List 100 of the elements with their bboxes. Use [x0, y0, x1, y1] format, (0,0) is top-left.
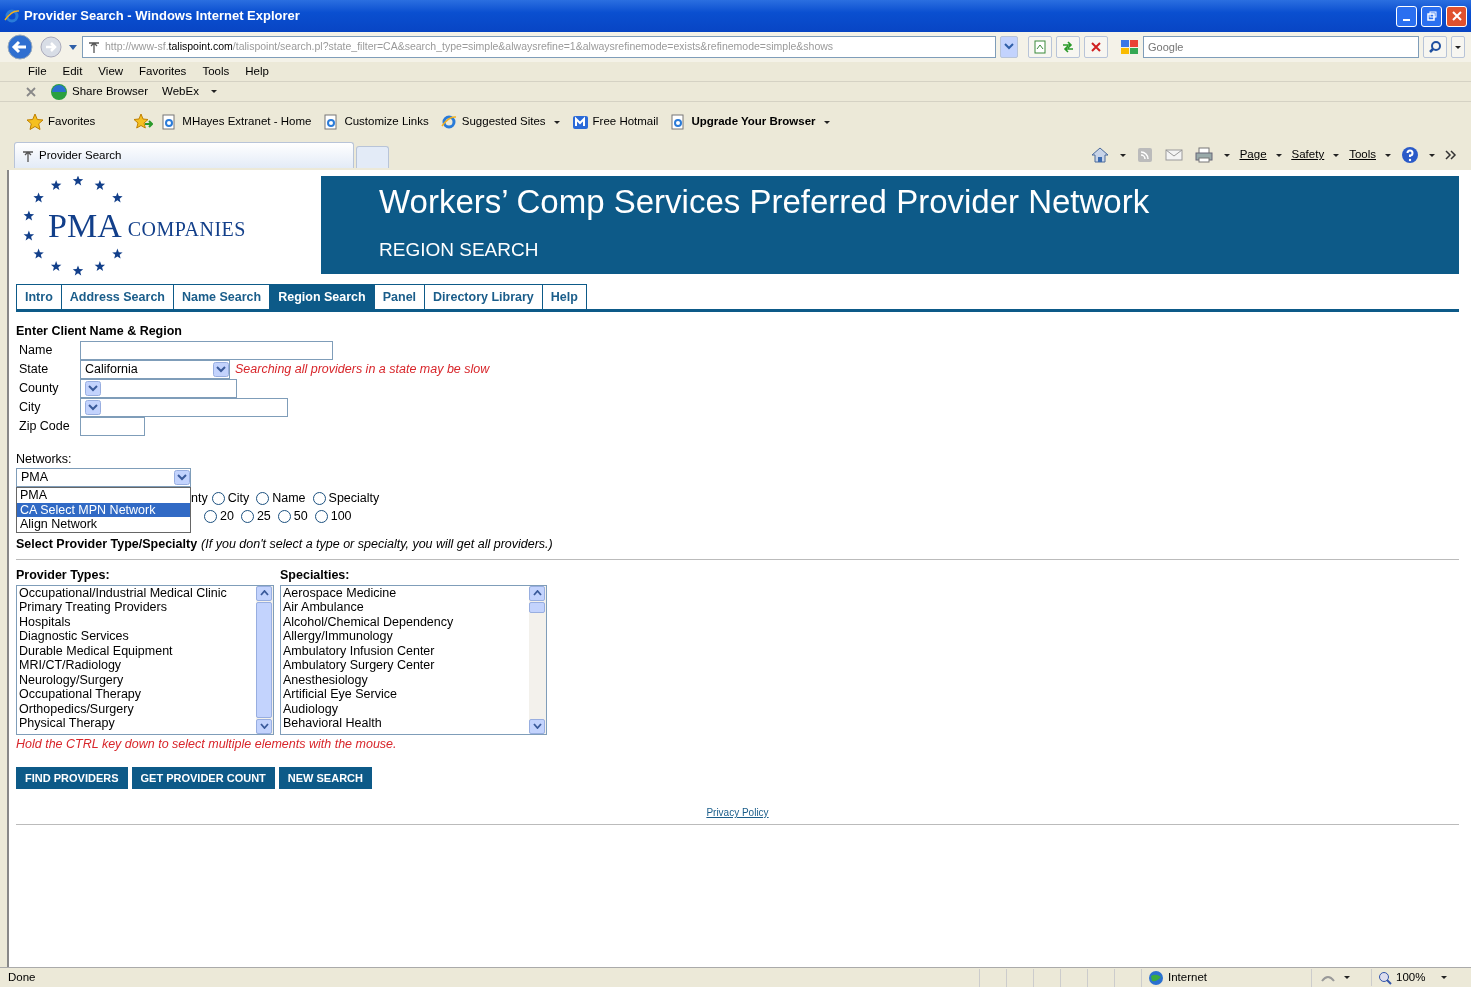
scrollbar[interactable]: [256, 585, 273, 734]
input-field[interactable]: [80, 340, 333, 360]
status-text: Done: [8, 969, 37, 985]
list-option[interactable]: Audiology: [283, 701, 338, 716]
command-menu[interactable]: Page: [1239, 146, 1282, 164]
menu-item[interactable]: Tools: [202, 62, 230, 81]
scrollbar[interactable]: [529, 585, 546, 734]
restore-button[interactable]: [1421, 5, 1442, 27]
nav-tab[interactable]: Directory Library: [425, 284, 543, 309]
nav-tab[interactable]: Panel: [374, 284, 426, 309]
section-heading: Enter Client Name & Region: [16, 323, 182, 338]
dropdown-option[interactable]: PMA: [17, 488, 190, 503]
toolbar-menu[interactable]: WebEx: [162, 82, 217, 101]
list-option[interactable]: Primary Treating Providers: [19, 600, 167, 615]
toolbar-link[interactable]: Share Browser: [50, 82, 149, 101]
dropdown-field[interactable]: [80, 378, 237, 398]
menu-item[interactable]: File: [28, 62, 47, 81]
scroll-up-icon: [532, 590, 542, 597]
favorites-button[interactable]: Favorites: [26, 113, 96, 131]
dropdown-field[interactable]: PMA: [16, 468, 191, 488]
search-provider-icon: [1120, 39, 1140, 55]
list-option[interactable]: Aerospace Medicine: [283, 585, 397, 600]
list-option[interactable]: Air Ambulance: [283, 600, 364, 615]
page-icon: [1033, 40, 1047, 54]
dropdown-option[interactable]: CA Select MPN Network: [17, 502, 190, 518]
address-dropdown-button[interactable]: [1000, 36, 1018, 58]
banner-title: Workers’ Comp Services Preferred Provider Network: [379, 183, 1150, 220]
stop-button[interactable]: [1084, 36, 1108, 58]
list-option[interactable]: Alcohol/Chemical Dependency: [283, 614, 454, 629]
radio-option[interactable]: City: [211, 488, 250, 508]
search-options-button[interactable]: [1451, 36, 1465, 58]
menu-item[interactable]: View: [98, 62, 124, 81]
list-option[interactable]: Anesthesiology: [283, 672, 368, 687]
action-button[interactable]: FIND PROVIDERS: [16, 766, 128, 789]
nav-tab[interactable]: Name Search: [173, 284, 271, 309]
minimize-button[interactable]: [1396, 5, 1417, 27]
list-option[interactable]: Orthopedics/Surgery: [19, 701, 134, 716]
mail-icon[interactable]: [1163, 147, 1184, 163]
radio-option[interactable]: 20: [204, 506, 234, 526]
list-option[interactable]: Hospitals: [19, 614, 71, 629]
privacy-link[interactable]: Privacy Policy: [706, 807, 769, 818]
feed-icon[interactable]: [1135, 146, 1154, 164]
close-toolbar-icon[interactable]: [26, 86, 36, 97]
radio-option[interactable]: 25: [240, 506, 271, 526]
chevron-more-icon[interactable]: [1445, 150, 1457, 160]
radio-option[interactable]: Specialty: [312, 488, 380, 508]
close-button[interactable]: [1446, 5, 1467, 27]
list-option[interactable]: Behavioral Health: [283, 716, 382, 731]
help-icon[interactable]: [1401, 146, 1419, 164]
action-button[interactable]: GET PROVIDER COUNT: [131, 766, 275, 789]
zoom-button[interactable]: 100%: [1371, 968, 1471, 987]
list-option[interactable]: Occupational/Industrial Medical Clinic: [19, 585, 227, 600]
dropdown-field[interactable]: [80, 397, 288, 417]
refresh-button[interactable]: [1056, 36, 1080, 58]
search-button[interactable]: [1423, 36, 1447, 58]
command-menu[interactable]: Safety: [1291, 146, 1340, 164]
favorite-link[interactable]: Free Hotmail: [571, 113, 659, 131]
nav-tab[interactable]: Help: [542, 284, 587, 309]
add-favorite-icon[interactable]: [133, 113, 154, 131]
list-option[interactable]: Occupational Therapy: [19, 687, 142, 702]
radio-option[interactable]: 50: [277, 506, 308, 526]
home-icon[interactable]: [1089, 146, 1110, 164]
search-field[interactable]: Google: [1143, 36, 1419, 58]
list-option[interactable]: MRI/CT/Radiology: [19, 658, 122, 673]
compatibility-button[interactable]: [1028, 36, 1052, 58]
favorite-link[interactable]: Upgrade Your Browser: [670, 113, 830, 131]
menu-item[interactable]: Favorites: [139, 62, 187, 81]
nav-tab[interactable]: Intro: [16, 284, 62, 309]
radio-option[interactable]: 100: [314, 506, 352, 526]
action-button[interactable]: NEW SEARCH: [278, 766, 372, 789]
scroll-thumb[interactable]: [256, 601, 273, 718]
address-field[interactable]: http://www-sf.talispoint.com/talispoint/search.pl?state_filter=CA&search_type=simple&alwaysrefine=1&alwaysrefinemode=exists&refinemode=simple&shows: [82, 36, 996, 58]
nav-tab[interactable]: Region Search: [270, 284, 375, 309]
command-menu[interactable]: Tools: [1349, 146, 1391, 164]
list-box[interactable]: Aerospace Medicine Air Ambulance Alcohol/Chemical Dependency Allergy/Immunology Ambulatory Infusion Center Ambulatory Surgery Center Anesthesiology Artificial Eye Service Audiology Behavioral Health: [280, 584, 547, 735]
history-dropdown-icon[interactable]: [68, 43, 78, 51]
banner-subtitle: REGION SEARCH: [379, 239, 539, 260]
nav-tab[interactable]: Address Search: [61, 284, 174, 309]
favorite-link[interactable]: Suggested Sites: [440, 113, 560, 131]
list-option[interactable]: Artificial Eye Service: [283, 687, 397, 702]
favorite-link[interactable]: MHayes Extranet - Home: [161, 113, 312, 131]
back-button-icon[interactable]: [6, 34, 36, 60]
list-option[interactable]: Durable Medical Equipment: [19, 643, 173, 658]
browser-tab[interactable]: Provider Search: [14, 142, 354, 168]
menu-item[interactable]: Help: [245, 62, 269, 81]
radio-option[interactable]: Name: [256, 488, 306, 508]
list-option[interactable]: Physical Therapy: [19, 716, 115, 731]
list-option[interactable]: Ambulatory Surgery Center: [283, 658, 435, 673]
stop-icon: [1089, 40, 1103, 54]
list-option[interactable]: Neurology/Surgery: [19, 672, 124, 687]
search-icon: [1428, 40, 1442, 54]
list-option[interactable]: Ambulatory Infusion Center: [283, 643, 435, 658]
list-option[interactable]: Allergy/Immunology: [283, 629, 393, 644]
caret-icon: [1441, 976, 1448, 979]
list-option[interactable]: Diagnostic Services: [19, 629, 129, 644]
print-icon[interactable]: [1193, 146, 1214, 164]
list-box[interactable]: [16, 584, 274, 735]
menu-item[interactable]: Edit: [62, 62, 83, 81]
dropdown-option[interactable]: Align Network: [17, 517, 190, 532]
favorite-link[interactable]: Customize Links: [323, 113, 429, 131]
